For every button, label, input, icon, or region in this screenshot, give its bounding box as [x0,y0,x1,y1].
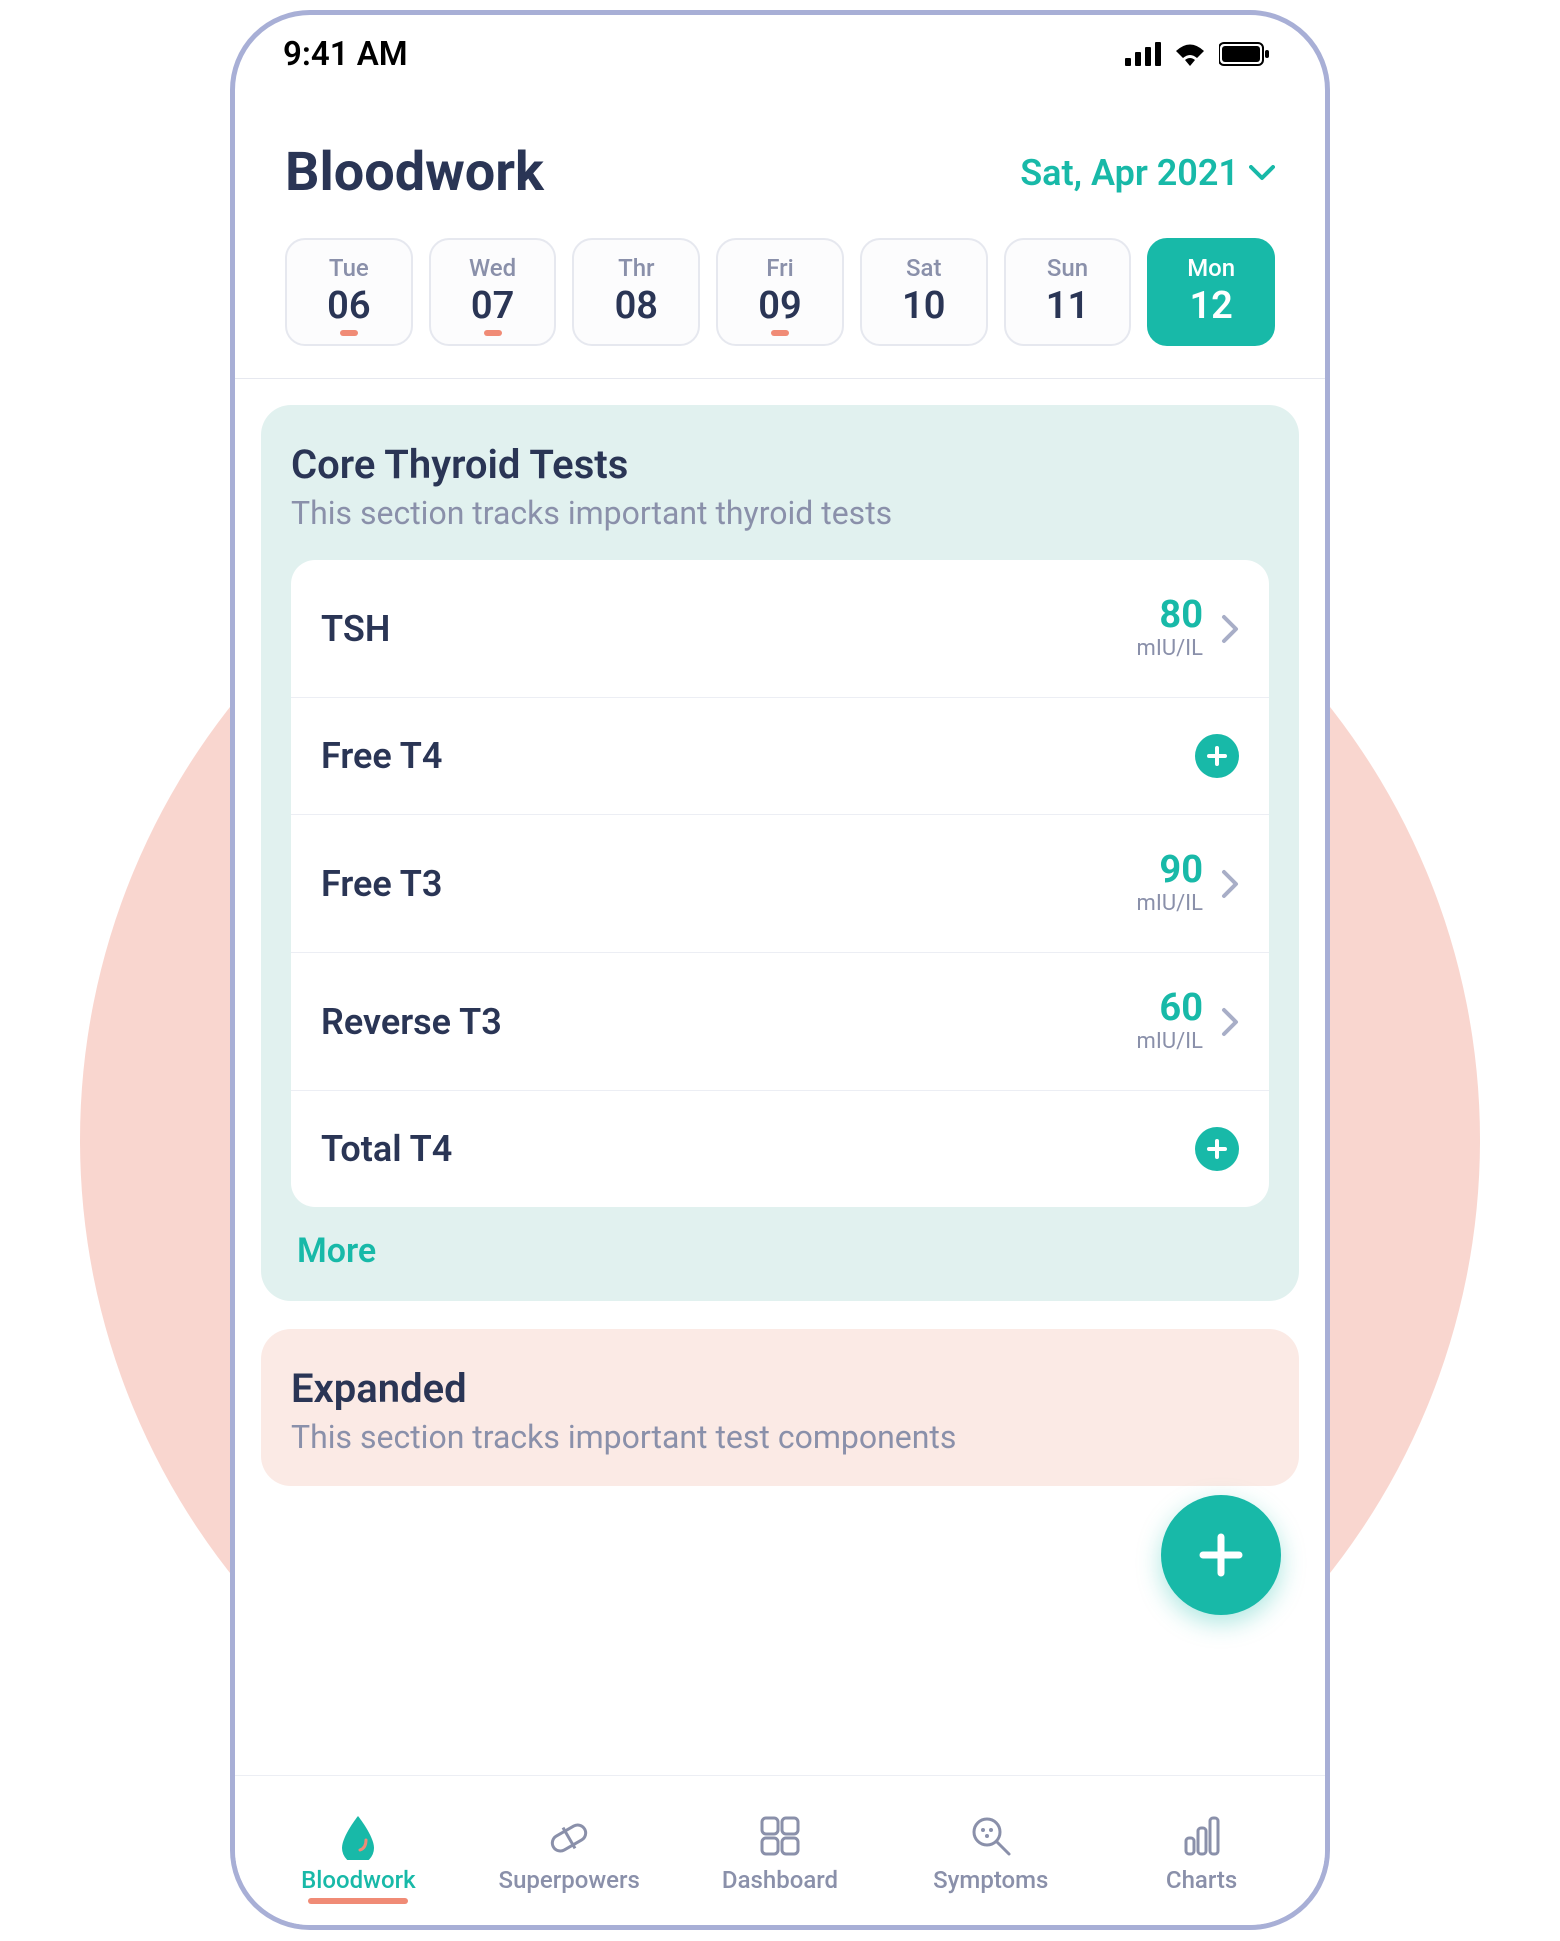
test-right [1195,1127,1239,1171]
status-bar: 9:41 AM [235,15,1325,93]
day-selector: Tue06Wed07Thr08Fri09Sat10Sun11Mon12 [235,228,1325,379]
test-unit: mIU/IL [1137,636,1203,661]
day-name: Thr [574,254,698,282]
tab-charts[interactable]: Charts [1096,1812,1307,1894]
test-name: Total T4 [321,1128,452,1170]
status-time: 9:41 AM [283,35,408,74]
day-number: 09 [718,284,842,328]
test-name: Reverse T3 [321,1001,502,1043]
day-name: Sat [862,254,986,282]
tab-dashboard[interactable]: Dashboard [675,1812,886,1894]
test-list: TSH80mIU/ILFree T4Free T390mIU/ILReverse… [291,560,1269,1207]
card-title: Core Thyroid Tests [291,441,1269,488]
test-value: 80 [1137,596,1203,634]
chevron-down-icon [1249,165,1275,181]
day-10[interactable]: Sat10 [860,238,988,346]
day-12[interactable]: Mon12 [1147,238,1275,346]
test-name: Free T3 [321,863,442,905]
plus-icon [1205,744,1229,768]
test-row-reverse-t3[interactable]: Reverse T3 60mIU/IL [291,953,1269,1091]
chevron-right-icon [1221,869,1239,899]
date-picker[interactable]: Sat, Apr 2021 [1020,152,1275,194]
status-icons [1125,42,1269,66]
tab-label: Superpowers [499,1866,640,1894]
page-title: Bloodwork [285,141,544,204]
plus-icon [1205,1137,1229,1161]
day-number: 08 [574,284,698,328]
day-name: Sun [1006,254,1130,282]
test-value-wrap: 90mIU/IL [1137,851,1203,916]
card-subtitle: This section tracks important thyroid te… [291,494,1269,532]
card-core-thyroid: Core Thyroid Tests This section tracks i… [261,405,1299,1301]
day-number: 11 [1006,284,1130,328]
test-row-total-t4[interactable]: Total T4 [291,1091,1269,1207]
test-unit: mIU/IL [1137,891,1203,916]
day-number: 07 [431,284,555,328]
test-value: 90 [1137,851,1203,889]
day-indicator [771,330,789,336]
day-09[interactable]: Fri09 [716,238,844,346]
day-07[interactable]: Wed07 [429,238,557,346]
tab-label: Charts [1166,1866,1237,1894]
test-unit: mIU/IL [1137,1029,1203,1054]
test-row-free-t4[interactable]: Free T4 [291,698,1269,815]
fab-add-button[interactable] [1161,1495,1281,1615]
day-number: 06 [287,284,411,328]
card-subtitle: This section tracks important test compo… [291,1418,1269,1456]
card-title: Expanded [291,1365,1269,1412]
tab-symptoms[interactable]: Symptoms [885,1812,1096,1894]
test-name: TSH [321,608,390,650]
bars-icon [1178,1812,1226,1860]
test-value: 60 [1137,989,1203,1027]
drop-icon [334,1812,382,1860]
day-number: 10 [862,284,986,328]
day-08[interactable]: Thr08 [572,238,700,346]
tab-label: Dashboard [722,1866,838,1894]
chevron-right-icon [1221,614,1239,644]
day-06[interactable]: Tue06 [285,238,413,346]
test-name: Free T4 [321,735,442,777]
content-area: Core Thyroid Tests This section tracks i… [235,379,1325,1775]
add-value-button[interactable] [1195,1127,1239,1171]
wifi-icon [1173,42,1207,66]
signal-icon [1125,42,1161,66]
grid-icon [756,1812,804,1860]
day-name: Tue [287,254,411,282]
day-name: Mon [1149,254,1273,282]
tab-label: Bloodwork [301,1866,415,1894]
day-11[interactable]: Sun11 [1004,238,1132,346]
day-indicator [340,330,358,336]
day-name: Fri [718,254,842,282]
day-number: 12 [1149,284,1273,328]
page-header: Bloodwork Sat, Apr 2021 [235,93,1325,228]
day-indicator [484,330,502,336]
tab-bloodwork[interactable]: Bloodwork [253,1812,464,1894]
battery-icon [1219,42,1269,66]
magnify-icon [967,1812,1015,1860]
phone-frame: 9:41 AM Bloodwork Sat, Apr 2021 Tue06Wed… [230,10,1330,1930]
chevron-right-icon [1221,1007,1239,1037]
pill-icon [545,1812,593,1860]
test-row-tsh[interactable]: TSH 80mIU/IL [291,560,1269,698]
test-right: 80mIU/IL [1137,596,1239,661]
date-label: Sat, Apr 2021 [1020,152,1239,194]
day-name: Wed [431,254,555,282]
card-expanded: Expanded This section tracks important t… [261,1329,1299,1486]
test-value-wrap: 80mIU/IL [1137,596,1203,661]
add-value-button[interactable] [1195,734,1239,778]
test-row-free-t3[interactable]: Free T3 90mIU/IL [291,815,1269,953]
tab-superpowers[interactable]: Superpowers [464,1812,675,1894]
more-link[interactable]: More [291,1231,1269,1271]
tabbar: Bloodwork Superpowers Dashboard Symptoms Cha… [235,1775,1325,1925]
plus-icon [1193,1527,1249,1583]
tab-label: Symptoms [933,1866,1048,1894]
test-value-wrap: 60mIU/IL [1137,989,1203,1054]
test-right: 60mIU/IL [1137,989,1239,1054]
tab-underline [308,1898,408,1904]
test-right: 90mIU/IL [1137,851,1239,916]
test-right [1195,734,1239,778]
